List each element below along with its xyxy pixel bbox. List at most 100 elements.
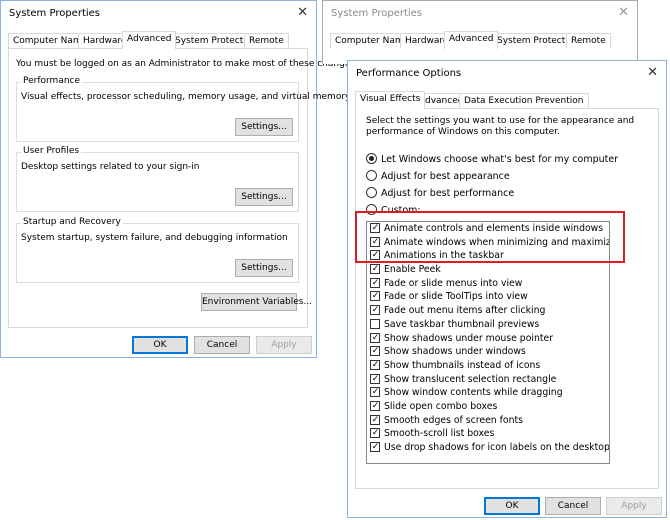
visual-effects-list[interactable]: Animate controls and elements inside win… xyxy=(366,221,610,464)
user-profiles-label: User Profiles xyxy=(21,146,82,156)
performance-options-window: Performance Options ✕ Visual Effects Adv… xyxy=(347,60,667,518)
list-item[interactable]: Show shadows under mouse pointer xyxy=(367,332,609,346)
radio-let-windows-choose[interactable]: Let Windows choose what's best for my co… xyxy=(366,153,618,167)
checkbox-icon[interactable] xyxy=(370,414,380,425)
list-item-label: Show shadows under mouse pointer xyxy=(384,332,554,344)
list-item[interactable]: Use drop shadows for icon labels on the … xyxy=(367,441,609,455)
list-item-label: Show thumbnails instead of icons xyxy=(384,359,541,371)
list-item[interactable]: Animations in the taskbar xyxy=(367,249,609,263)
list-item-label: Smooth edges of screen fonts xyxy=(384,414,523,426)
performance-group: Performance Visual effects, processor sc… xyxy=(16,76,350,142)
list-item-label: Animate windows when minimizing and maxi… xyxy=(384,236,610,248)
checkbox-icon[interactable] xyxy=(370,223,380,233)
background-window-title: System Properties xyxy=(331,8,423,19)
list-item-label: Slide open combo boxes xyxy=(384,400,498,412)
user-profiles-description: Desktop settings related to your sign-in xyxy=(21,162,200,172)
performance-cancel-button[interactable]: Cancel xyxy=(545,497,601,515)
checkbox-icon[interactable] xyxy=(370,373,380,384)
user-profiles-group: User Profiles Desktop settings related t… xyxy=(16,146,299,212)
list-item[interactable]: Show shadows under windows xyxy=(367,345,609,359)
list-item-label: Smooth-scroll list boxes xyxy=(384,428,495,440)
system-properties-window: System Properties ✕ Computer Name Hardwa… xyxy=(0,0,358,358)
system-properties-window-background: System Properties ✕ Computer Name Hardwa… xyxy=(322,0,638,64)
list-item[interactable]: Smooth edges of screen fonts xyxy=(367,414,609,428)
list-item[interactable]: Smooth-scroll list boxes xyxy=(367,427,609,441)
radio-unselected-icon[interactable] xyxy=(366,187,377,198)
ok-button[interactable]: OK xyxy=(132,336,188,354)
checkbox-icon[interactable] xyxy=(370,291,380,302)
visual-effects-panel: Select the settings you want to use for … xyxy=(355,108,659,489)
list-item-label: Animations in the taskbar xyxy=(384,250,504,262)
list-item-label: Use drop shadows for icon labels on the … xyxy=(384,442,610,453)
apply-button[interactable]: Apply xyxy=(256,336,312,354)
checkbox-icon[interactable] xyxy=(370,305,380,316)
admin-notice: You must be logged on as an Administrato… xyxy=(16,59,358,69)
list-item-label: Show translucent selection rectangle xyxy=(384,373,557,385)
startup-settings-button[interactable]: Settings... xyxy=(235,259,293,277)
list-item[interactable]: Slide open combo boxes xyxy=(367,400,609,414)
startup-recovery-group: Startup and Recovery System startup, sys… xyxy=(16,217,299,283)
checkbox-icon[interactable] xyxy=(370,332,380,343)
radio-best-appearance[interactable]: Adjust for best appearance xyxy=(366,170,510,184)
radio-selected-icon[interactable] xyxy=(366,153,377,164)
checkbox-icon[interactable] xyxy=(370,428,380,439)
list-item-label: Fade out menu items after clicking xyxy=(384,305,546,317)
tab-visual-effects[interactable]: Visual Effects xyxy=(355,91,426,109)
radio-unselected-icon[interactable] xyxy=(366,170,377,181)
list-item[interactable]: Save taskbar thumbnail previews xyxy=(367,318,609,332)
advanced-panel: You must be logged on as an Administrato… xyxy=(8,48,358,328)
checkbox-icon[interactable] xyxy=(370,359,380,370)
list-item[interactable]: Fade or slide ToolTips into view xyxy=(367,290,609,304)
background-close-icon[interactable]: ✕ xyxy=(618,5,629,21)
checkbox-icon[interactable] xyxy=(370,236,380,247)
startup-recovery-label: Startup and Recovery xyxy=(21,217,123,227)
performance-settings-button[interactable]: Settings... xyxy=(235,118,293,136)
background-title-bar[interactable]: System Properties ✕ xyxy=(323,1,637,27)
radio-unselected-icon[interactable] xyxy=(366,204,377,215)
checkbox-icon[interactable] xyxy=(370,250,380,261)
list-item[interactable]: Show thumbnails instead of icons xyxy=(367,359,609,373)
list-item[interactable]: Show window contents while dragging xyxy=(367,386,609,400)
list-item[interactable]: Animate windows when minimizing and maxi… xyxy=(367,236,609,250)
list-item-label: Animate controls and elements inside win… xyxy=(384,223,604,234)
intro-text-line-2: performance of Windows on this computer. xyxy=(366,127,560,137)
radio-custom[interactable]: Custom: xyxy=(366,204,421,218)
tab-advanced[interactable]: Advanced xyxy=(122,31,177,49)
checkbox-icon[interactable] xyxy=(370,400,380,411)
intro-text-line-1: Select the settings you want to use for … xyxy=(366,116,635,126)
list-item[interactable]: Fade out menu items after clicking xyxy=(367,304,609,318)
radio-label: Custom: xyxy=(381,205,421,216)
radio-label: Let Windows choose what's best for my co… xyxy=(381,154,619,165)
performance-window-title: Performance Options xyxy=(356,68,462,79)
user-profiles-settings-button[interactable]: Settings... xyxy=(235,188,293,206)
performance-apply-button[interactable]: Apply xyxy=(606,497,662,515)
checkbox-icon[interactable] xyxy=(370,318,380,329)
performance-description: Visual effects, processor scheduling, me… xyxy=(21,92,351,102)
performance-close-icon[interactable]: ✕ xyxy=(647,65,658,81)
checkbox-icon[interactable] xyxy=(370,264,380,275)
performance-label: Performance xyxy=(21,76,83,86)
performance-ok-button[interactable]: OK xyxy=(484,497,540,515)
startup-recovery-description: System startup, system failure, and debu… xyxy=(21,233,288,243)
performance-title-bar[interactable]: Performance Options ✕ xyxy=(348,61,666,87)
radio-best-performance[interactable]: Adjust for best performance xyxy=(366,187,514,201)
tab-remote[interactable]: Remote xyxy=(244,33,289,48)
close-icon[interactable]: ✕ xyxy=(297,5,308,21)
checkbox-icon[interactable] xyxy=(370,277,380,288)
checkbox-icon[interactable] xyxy=(370,442,380,452)
list-item-label: Enable Peek xyxy=(384,264,441,276)
list-item[interactable]: Enable Peek xyxy=(367,263,609,277)
list-item-label: Show window contents while dragging xyxy=(384,387,563,399)
cancel-button[interactable]: Cancel xyxy=(194,336,250,354)
list-item[interactable]: Show translucent selection rectangle xyxy=(367,373,609,387)
environment-variables-button[interactable]: Environment Variables... xyxy=(201,293,312,311)
title-bar[interactable]: System Properties ✕ xyxy=(1,1,316,27)
list-item[interactable]: Animate controls and elements inside win… xyxy=(367,222,609,236)
checkbox-icon[interactable] xyxy=(370,346,380,357)
background-tab-advanced[interactable]: Advanced xyxy=(444,31,499,49)
background-tab-remote[interactable]: Remote xyxy=(566,33,611,48)
checkbox-icon[interactable] xyxy=(370,387,380,398)
list-item[interactable]: Fade or slide menus into view xyxy=(367,277,609,291)
list-item-label: Fade or slide menus into view xyxy=(384,277,523,289)
tab-data-execution-prevention[interactable]: Data Execution Prevention xyxy=(459,93,589,108)
